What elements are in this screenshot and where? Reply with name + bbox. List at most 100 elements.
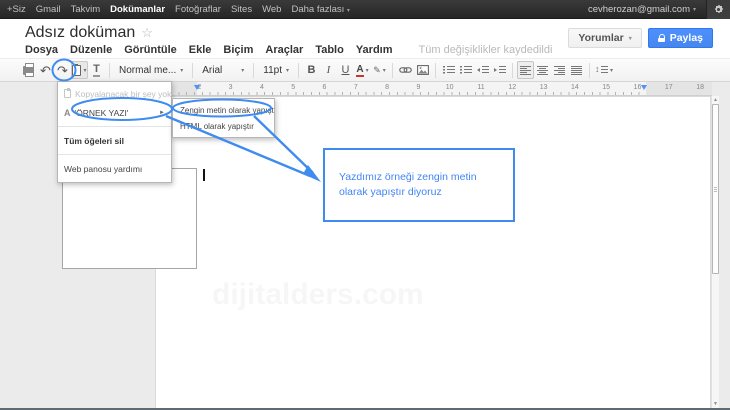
menu-format[interactable]: Biçim: [223, 44, 253, 56]
submenu-item-paste-html[interactable]: HTML olarak yapıştır: [173, 118, 274, 134]
font-size-value: 11pt: [263, 65, 282, 76]
scrollbar-thumb[interactable]: [712, 104, 719, 274]
comments-button[interactable]: Yorumlar ▾: [568, 28, 641, 48]
line-spacing-button[interactable]: ▾: [594, 61, 614, 79]
menu-view[interactable]: Görüntüle: [124, 44, 177, 56]
align-left-button[interactable]: [517, 61, 534, 79]
insert-link-button[interactable]: [397, 61, 414, 79]
link-icon: [399, 65, 412, 75]
menu-separator: [58, 154, 171, 155]
share-button[interactable]: Paylaş: [648, 28, 713, 48]
menu-item-ornek-yazi[interactable]: A 'ÖRNEK YAZI' ►: [58, 102, 171, 123]
scroll-down-button[interactable]: ▼: [713, 401, 718, 407]
menu-table[interactable]: Tablo: [315, 44, 344, 56]
document-header: Adsız doküman☆ Yorumlar ▾ Paylaş Dosya D…: [0, 19, 730, 58]
paint-format-button[interactable]: T: [88, 61, 105, 79]
chevron-down-icon: ▾: [366, 67, 369, 74]
document-title[interactable]: Adsız doküman☆: [25, 24, 153, 42]
ruler-ticks: [155, 92, 712, 95]
save-status: Tüm değişiklikler kaydedildi: [419, 44, 553, 56]
align-right-icon: [554, 66, 565, 75]
undo-button[interactable]: ↶: [37, 61, 54, 79]
comments-button-label: Yorumlar: [578, 32, 623, 44]
topbar-link-documents[interactable]: Dokümanlar: [110, 4, 165, 15]
font-dropdown[interactable]: Arial ▾: [197, 65, 249, 76]
font-size-dropdown[interactable]: 11pt ▾: [258, 65, 294, 76]
menu-tools[interactable]: Araçlar: [265, 44, 303, 56]
right-indent-marker[interactable]: [641, 85, 647, 90]
bulleted-list-icon: [460, 66, 472, 75]
topbar-link-web[interactable]: Web: [262, 4, 281, 15]
ruler-number: 10: [446, 84, 454, 91]
paint-format-icon: T: [93, 63, 100, 77]
bold-button[interactable]: B: [303, 61, 320, 79]
menu-insert[interactable]: Ekle: [189, 44, 212, 56]
header-actions: Yorumlar ▾ Paylaş: [568, 28, 713, 48]
underline-button[interactable]: U: [337, 61, 354, 79]
align-right-button[interactable]: [551, 61, 568, 79]
ruler-number: 15: [602, 84, 610, 91]
ruler[interactable]: 123456789101112131415161718: [150, 82, 712, 96]
bulleted-list-button[interactable]: [457, 61, 474, 79]
ruler-number: 5: [291, 84, 295, 91]
toolbar-separator: [512, 63, 513, 78]
align-center-button[interactable]: [534, 61, 551, 79]
chevron-down-icon: ▾: [241, 67, 244, 74]
increase-indent-button[interactable]: [491, 61, 508, 79]
submenu-item-label: HTML olarak yapıştır: [180, 122, 254, 131]
ruler-number: 18: [696, 84, 704, 91]
insert-image-button[interactable]: [414, 61, 431, 79]
ruler-number: 3: [229, 84, 233, 91]
toolbar-separator: [192, 63, 193, 78]
align-justify-button[interactable]: [568, 61, 585, 79]
google-docs-window: +Siz Gmail Takvim Dokümanlar Fotoğraflar…: [0, 0, 730, 410]
left-indent-marker[interactable]: [194, 85, 200, 90]
menu-edit[interactable]: Düzenle: [70, 44, 112, 56]
topbar-link-photos[interactable]: Fotoğraflar: [175, 4, 221, 15]
ruler-number: 14: [571, 84, 579, 91]
toolbar-separator: [435, 63, 436, 78]
menu-file[interactable]: Dosya: [25, 44, 58, 56]
highlight-color-button[interactable]: ✎ ▾: [371, 61, 388, 79]
chevron-down-icon: ▾: [83, 67, 86, 74]
print-button[interactable]: [20, 61, 37, 79]
account-menu[interactable]: cevherozan@gmail.com ▾: [588, 4, 696, 15]
ruler-number: 8: [385, 84, 389, 91]
topbar-link-plus-you[interactable]: +Siz: [7, 4, 26, 15]
underline-icon: U: [342, 64, 350, 76]
chevron-down-icon: ▾: [347, 8, 350, 14]
account-email: cevherozan@gmail.com: [588, 4, 690, 15]
menu-item-label: 'ÖRNEK YAZI': [75, 108, 129, 118]
chevron-down-icon: ▾: [383, 67, 386, 74]
submenu-item-label: Zengin metin olarak yapıştır: [180, 106, 274, 115]
topbar-link-more[interactable]: Daha fazlası ▾: [291, 4, 349, 15]
scroll-up-button[interactable]: ▲: [713, 97, 718, 103]
watermark-text: dijitalders.com: [212, 278, 482, 312]
redo-button[interactable]: ↷: [54, 61, 71, 79]
menu-item-web-clipboard-help[interactable]: Web panosu yardımı: [58, 158, 171, 179]
toolbar-separator: [253, 63, 254, 78]
topbar-link-sites[interactable]: Sites: [231, 4, 252, 15]
web-clipboard-button[interactable]: ▾: [71, 61, 88, 79]
topbar-link-calendar[interactable]: Takvim: [71, 4, 101, 15]
styles-dropdown[interactable]: Normal me... ▾: [114, 65, 188, 76]
menu-item-clear-all-items[interactable]: Tüm öğeleri sil: [58, 130, 171, 151]
topbar-link-gmail[interactable]: Gmail: [36, 4, 61, 15]
print-icon: [23, 66, 34, 75]
align-center-icon: [537, 66, 548, 75]
star-icon[interactable]: ☆: [141, 25, 153, 40]
lock-icon: [658, 34, 665, 42]
document-page[interactable]: [155, 96, 711, 408]
text-cursor: [203, 169, 205, 181]
menu-help[interactable]: Yardım: [356, 44, 393, 56]
line-spacing-icon: [595, 65, 608, 75]
decrease-indent-button[interactable]: [474, 61, 491, 79]
text-color-button[interactable]: A ▾: [354, 61, 371, 79]
numbered-list-button[interactable]: [440, 61, 457, 79]
italic-button[interactable]: I: [320, 61, 337, 79]
image-icon: [417, 65, 429, 75]
google-services-bar: +Siz Gmail Takvim Dokümanlar Fotoğraflar…: [0, 0, 730, 19]
settings-button[interactable]: [706, 0, 730, 19]
web-clipboard-menu: Kopyalanacak bir şey yok A 'ÖRNEK YAZI' …: [57, 81, 172, 183]
submenu-item-paste-rich-text[interactable]: Zengin metin olarak yapıştır: [173, 102, 274, 118]
